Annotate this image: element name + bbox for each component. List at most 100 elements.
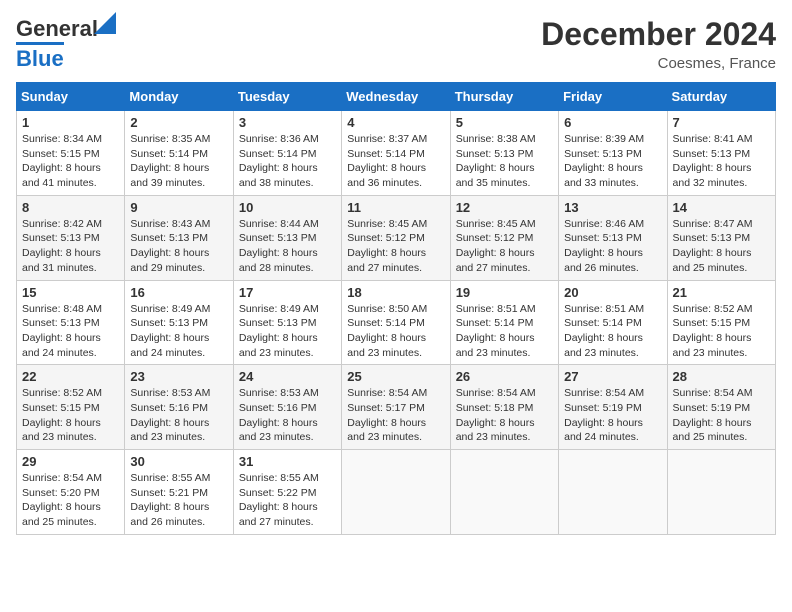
calendar-cell: 2 Sunrise: 8:35 AMSunset: 5:14 PMDayligh… — [125, 111, 233, 196]
calendar-cell: 16 Sunrise: 8:49 AMSunset: 5:13 PMDaylig… — [125, 280, 233, 365]
day-number: 16 — [130, 285, 227, 300]
day-number: 21 — [673, 285, 770, 300]
calendar-cell: 19 Sunrise: 8:51 AMSunset: 5:14 PMDaylig… — [450, 280, 558, 365]
calendar-cell: 17 Sunrise: 8:49 AMSunset: 5:13 PMDaylig… — [233, 280, 341, 365]
day-details: Sunrise: 8:45 AMSunset: 5:12 PMDaylight:… — [456, 218, 536, 274]
day-details: Sunrise: 8:53 AMSunset: 5:16 PMDaylight:… — [130, 387, 210, 443]
day-details: Sunrise: 8:55 AMSunset: 5:22 PMDaylight:… — [239, 472, 319, 528]
day-number: 6 — [564, 115, 661, 130]
day-number: 1 — [22, 115, 119, 130]
day-details: Sunrise: 8:39 AMSunset: 5:13 PMDaylight:… — [564, 133, 644, 189]
calendar-cell: 26 Sunrise: 8:54 AMSunset: 5:18 PMDaylig… — [450, 365, 558, 450]
day-number: 10 — [239, 200, 336, 215]
day-details: Sunrise: 8:52 AMSunset: 5:15 PMDaylight:… — [673, 303, 753, 359]
calendar-cell: 3 Sunrise: 8:36 AMSunset: 5:14 PMDayligh… — [233, 111, 341, 196]
day-details: Sunrise: 8:49 AMSunset: 5:13 PMDaylight:… — [130, 303, 210, 359]
day-number: 5 — [456, 115, 553, 130]
day-number: 31 — [239, 454, 336, 469]
location-subtitle: Coesmes, France — [541, 55, 776, 72]
day-details: Sunrise: 8:47 AMSunset: 5:13 PMDaylight:… — [673, 218, 753, 274]
day-number: 25 — [347, 369, 444, 384]
calendar-cell: 30 Sunrise: 8:55 AMSunset: 5:21 PMDaylig… — [125, 450, 233, 535]
calendar-table: SundayMondayTuesdayWednesdayThursdayFrid… — [16, 82, 776, 535]
calendar-cell: 31 Sunrise: 8:55 AMSunset: 5:22 PMDaylig… — [233, 450, 341, 535]
calendar-cell — [559, 450, 667, 535]
calendar-header-row: SundayMondayTuesdayWednesdayThursdayFrid… — [17, 83, 776, 111]
day-details: Sunrise: 8:44 AMSunset: 5:13 PMDaylight:… — [239, 218, 319, 274]
calendar-cell: 8 Sunrise: 8:42 AMSunset: 5:13 PMDayligh… — [17, 195, 125, 280]
calendar-header-sunday: Sunday — [17, 83, 125, 111]
day-number: 3 — [239, 115, 336, 130]
day-details: Sunrise: 8:35 AMSunset: 5:14 PMDaylight:… — [130, 133, 210, 189]
calendar-header-tuesday: Tuesday — [233, 83, 341, 111]
day-number: 15 — [22, 285, 119, 300]
day-number: 28 — [673, 369, 770, 384]
calendar-cell: 4 Sunrise: 8:37 AMSunset: 5:14 PMDayligh… — [342, 111, 450, 196]
calendar-cell: 28 Sunrise: 8:54 AMSunset: 5:19 PMDaylig… — [667, 365, 775, 450]
day-details: Sunrise: 8:54 AMSunset: 5:17 PMDaylight:… — [347, 387, 427, 443]
calendar-week-2: 8 Sunrise: 8:42 AMSunset: 5:13 PMDayligh… — [17, 195, 776, 280]
day-details: Sunrise: 8:38 AMSunset: 5:13 PMDaylight:… — [456, 133, 536, 189]
day-number: 24 — [239, 369, 336, 384]
calendar-header-wednesday: Wednesday — [342, 83, 450, 111]
day-number: 27 — [564, 369, 661, 384]
day-details: Sunrise: 8:55 AMSunset: 5:21 PMDaylight:… — [130, 472, 210, 528]
calendar-cell: 27 Sunrise: 8:54 AMSunset: 5:19 PMDaylig… — [559, 365, 667, 450]
calendar-cell: 20 Sunrise: 8:51 AMSunset: 5:14 PMDaylig… — [559, 280, 667, 365]
calendar-cell: 22 Sunrise: 8:52 AMSunset: 5:15 PMDaylig… — [17, 365, 125, 450]
day-details: Sunrise: 8:54 AMSunset: 5:20 PMDaylight:… — [22, 472, 102, 528]
calendar-cell: 18 Sunrise: 8:50 AMSunset: 5:14 PMDaylig… — [342, 280, 450, 365]
day-details: Sunrise: 8:54 AMSunset: 5:19 PMDaylight:… — [564, 387, 644, 443]
day-number: 17 — [239, 285, 336, 300]
month-year-title: December 2024 — [541, 16, 776, 53]
day-details: Sunrise: 8:51 AMSunset: 5:14 PMDaylight:… — [456, 303, 536, 359]
day-details: Sunrise: 8:49 AMSunset: 5:13 PMDaylight:… — [239, 303, 319, 359]
day-number: 13 — [564, 200, 661, 215]
calendar-cell: 11 Sunrise: 8:45 AMSunset: 5:12 PMDaylig… — [342, 195, 450, 280]
day-details: Sunrise: 8:41 AMSunset: 5:13 PMDaylight:… — [673, 133, 753, 189]
page-header: General Blue December 2024 Coesmes, Fran… — [16, 16, 776, 72]
calendar-cell: 5 Sunrise: 8:38 AMSunset: 5:13 PMDayligh… — [450, 111, 558, 196]
calendar-cell: 7 Sunrise: 8:41 AMSunset: 5:13 PMDayligh… — [667, 111, 775, 196]
logo: General Blue — [16, 16, 98, 72]
day-number: 20 — [564, 285, 661, 300]
calendar-header-saturday: Saturday — [667, 83, 775, 111]
calendar-cell: 14 Sunrise: 8:47 AMSunset: 5:13 PMDaylig… — [667, 195, 775, 280]
day-details: Sunrise: 8:36 AMSunset: 5:14 PMDaylight:… — [239, 133, 319, 189]
day-number: 8 — [22, 200, 119, 215]
calendar-cell: 29 Sunrise: 8:54 AMSunset: 5:20 PMDaylig… — [17, 450, 125, 535]
calendar-cell — [342, 450, 450, 535]
day-details: Sunrise: 8:42 AMSunset: 5:13 PMDaylight:… — [22, 218, 102, 274]
day-details: Sunrise: 8:50 AMSunset: 5:14 PMDaylight:… — [347, 303, 427, 359]
calendar-cell: 6 Sunrise: 8:39 AMSunset: 5:13 PMDayligh… — [559, 111, 667, 196]
calendar-header-monday: Monday — [125, 83, 233, 111]
day-details: Sunrise: 8:48 AMSunset: 5:13 PMDaylight:… — [22, 303, 102, 359]
calendar-cell: 23 Sunrise: 8:53 AMSunset: 5:16 PMDaylig… — [125, 365, 233, 450]
day-number: 9 — [130, 200, 227, 215]
calendar-header-friday: Friday — [559, 83, 667, 111]
calendar-cell: 9 Sunrise: 8:43 AMSunset: 5:13 PMDayligh… — [125, 195, 233, 280]
day-number: 14 — [673, 200, 770, 215]
day-number: 30 — [130, 454, 227, 469]
day-number: 19 — [456, 285, 553, 300]
title-area: December 2024 Coesmes, France — [541, 16, 776, 72]
calendar-cell: 12 Sunrise: 8:45 AMSunset: 5:12 PMDaylig… — [450, 195, 558, 280]
day-number: 11 — [347, 200, 444, 215]
calendar-header-thursday: Thursday — [450, 83, 558, 111]
calendar-week-4: 22 Sunrise: 8:52 AMSunset: 5:15 PMDaylig… — [17, 365, 776, 450]
day-number: 12 — [456, 200, 553, 215]
calendar-cell — [667, 450, 775, 535]
calendar-week-1: 1 Sunrise: 8:34 AMSunset: 5:15 PMDayligh… — [17, 111, 776, 196]
calendar-cell: 1 Sunrise: 8:34 AMSunset: 5:15 PMDayligh… — [17, 111, 125, 196]
day-details: Sunrise: 8:52 AMSunset: 5:15 PMDaylight:… — [22, 387, 102, 443]
day-number: 22 — [22, 369, 119, 384]
logo-icon — [94, 12, 116, 34]
day-number: 7 — [673, 115, 770, 130]
day-details: Sunrise: 8:34 AMSunset: 5:15 PMDaylight:… — [22, 133, 102, 189]
day-number: 2 — [130, 115, 227, 130]
calendar-cell: 13 Sunrise: 8:46 AMSunset: 5:13 PMDaylig… — [559, 195, 667, 280]
calendar-cell: 21 Sunrise: 8:52 AMSunset: 5:15 PMDaylig… — [667, 280, 775, 365]
day-details: Sunrise: 8:46 AMSunset: 5:13 PMDaylight:… — [564, 218, 644, 274]
day-details: Sunrise: 8:54 AMSunset: 5:18 PMDaylight:… — [456, 387, 536, 443]
calendar-cell: 15 Sunrise: 8:48 AMSunset: 5:13 PMDaylig… — [17, 280, 125, 365]
